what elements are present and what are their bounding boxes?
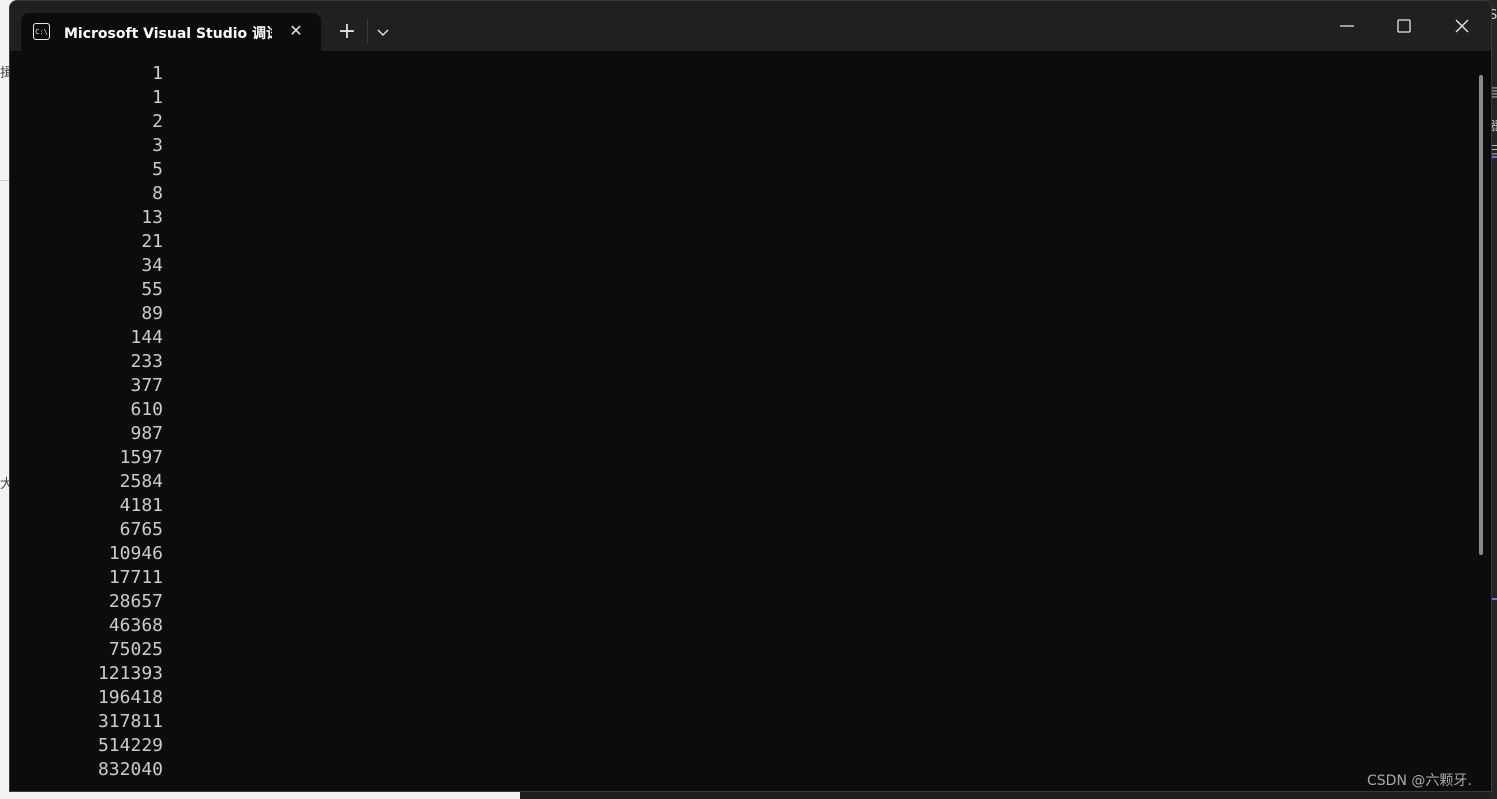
- console-line: 832040: [97, 759, 163, 780]
- console-line: 1597: [119, 447, 163, 468]
- close-window-button[interactable]: [1439, 11, 1485, 41]
- close-tab-button[interactable]: ✕: [285, 20, 307, 42]
- maximize-icon: [1397, 19, 1411, 33]
- tab-title: Microsoft Visual Studio 调试控: [64, 26, 272, 42]
- console-app-icon: C:\: [33, 23, 50, 40]
- console-line: 34: [141, 255, 163, 276]
- tab-debug-console[interactable]: C:\ Microsoft Visual Studio 调试控 ✕: [21, 13, 321, 51]
- console-line: 1: [152, 87, 163, 108]
- minimize-button[interactable]: [1324, 11, 1370, 41]
- console-line: 46368: [108, 615, 163, 636]
- console-line: 144: [130, 327, 163, 348]
- console-line: 8: [152, 183, 163, 204]
- title-bar[interactable]: C:\ Microsoft Visual Studio 调试控 ✕ +: [10, 1, 1491, 51]
- tab-dropdown-button[interactable]: [370, 18, 396, 46]
- console-line: 17711: [108, 567, 163, 588]
- console-line: 55: [141, 279, 163, 300]
- console-line: 28657: [108, 591, 163, 612]
- console-line: 121393: [97, 663, 163, 684]
- console-line: 317811: [97, 711, 163, 732]
- console-line: 987: [130, 423, 163, 444]
- terminal-window: C:\ Microsoft Visual Studio 调试控 ✕ + 1 1 …: [9, 0, 1492, 792]
- console-line: 4181: [119, 495, 163, 516]
- console-line: 377: [130, 375, 163, 396]
- console-line: 5: [152, 159, 163, 180]
- console-line: 610: [130, 399, 163, 420]
- console-line: 1: [152, 63, 163, 84]
- console-line: 75025: [108, 639, 163, 660]
- console-line: 233: [130, 351, 163, 372]
- console-output[interactable]: 1 1 2 3 5 8 13 21 34 55 89 144 233 377 610 987 1597 2584 4…: [10, 51, 1470, 791]
- minimize-icon: [1340, 25, 1354, 27]
- chevron-down-icon: [377, 29, 389, 37]
- new-tab-button[interactable]: +: [333, 18, 361, 46]
- console-line: 2: [152, 111, 163, 132]
- watermark: CSDN @六颗牙.: [1367, 773, 1472, 789]
- tab-divider: [367, 19, 368, 43]
- console-line: 196418: [97, 687, 163, 708]
- console-line: 6765: [119, 519, 163, 540]
- maximize-button[interactable]: [1381, 11, 1427, 41]
- console-line: 3: [152, 135, 163, 156]
- console-line: 13: [141, 207, 163, 228]
- console-line: 2584: [119, 471, 163, 492]
- console-line: 10946: [108, 543, 163, 564]
- console-line: 21: [141, 231, 163, 252]
- console-line: 89: [141, 303, 163, 324]
- vertical-scrollbar[interactable]: [1479, 75, 1483, 555]
- close-icon: [1455, 19, 1469, 33]
- console-line: 514229: [97, 735, 163, 756]
